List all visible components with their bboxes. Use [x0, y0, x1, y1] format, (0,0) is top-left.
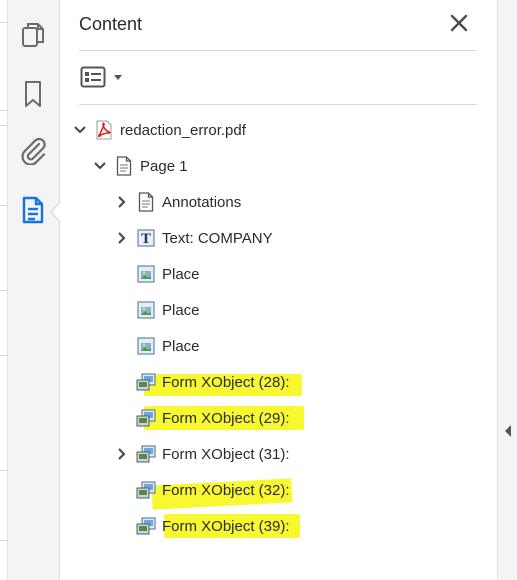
- navigation-rail: [8, 0, 60, 580]
- tree-node-text[interactable]: T Text: COMPANY: [114, 224, 273, 252]
- tree-node-label: Place: [162, 301, 200, 319]
- bookmarks-icon[interactable]: [17, 78, 49, 110]
- form-xobject-icon: [136, 516, 156, 536]
- chevron-spacer: [114, 482, 130, 498]
- chevron-spacer: [114, 410, 130, 426]
- panel-title: Content: [79, 14, 143, 34]
- tree-node-form-xobject[interactable]: Form XObject (32):: [114, 476, 290, 504]
- tree-node-label: Place: [162, 337, 200, 355]
- options-menu-button[interactable]: [80, 64, 124, 90]
- tree-node-annotations[interactable]: Annotations: [114, 188, 241, 216]
- svg-text:T: T: [141, 232, 151, 247]
- divider: [79, 104, 477, 105]
- placed-image-icon: [136, 300, 156, 320]
- tree-node-label: Form XObject (32):: [162, 481, 290, 499]
- close-icon[interactable]: [448, 12, 470, 34]
- list-options-icon: [80, 66, 106, 88]
- tree-node-place[interactable]: Place: [114, 332, 200, 360]
- right-panel-strip: [497, 0, 517, 580]
- form-xobject-icon: [136, 372, 156, 392]
- tree-node-place[interactable]: Place: [114, 296, 200, 324]
- tree-node-form-xobject[interactable]: Form XObject (28):: [114, 368, 290, 396]
- tree-node-form-xobject[interactable]: Form XObject (31):: [114, 440, 290, 468]
- collapse-arrow-icon[interactable]: [503, 424, 513, 438]
- chevron-spacer: [114, 518, 130, 534]
- tree-node-label: redaction_error.pdf: [120, 121, 246, 139]
- tree-node-label: Form XObject (29):: [162, 409, 290, 427]
- tree-node-page[interactable]: Page 1: [92, 152, 188, 180]
- content-panel: Content redaction_error.pdf Page 1 Annot…: [60, 0, 497, 580]
- chevron-right-icon[interactable]: [114, 446, 130, 462]
- form-xobject-icon: [136, 444, 156, 464]
- tree-node-form-xobject[interactable]: Form XObject (39):: [114, 512, 290, 540]
- chevron-down-icon: [114, 75, 122, 80]
- content-icon[interactable]: [17, 194, 49, 226]
- placed-image-icon: [136, 336, 156, 356]
- tree-node-file[interactable]: redaction_error.pdf: [72, 116, 246, 144]
- chevron-spacer: [114, 374, 130, 390]
- chevron-spacer: [114, 266, 130, 282]
- form-xobject-icon: [136, 408, 156, 428]
- chevron-spacer: [114, 302, 130, 318]
- tree-node-label: Form XObject (31):: [162, 445, 290, 463]
- annotations-icon: [136, 192, 156, 212]
- tree-node-place[interactable]: Place: [114, 260, 200, 288]
- text-element-icon: T: [136, 228, 156, 248]
- tree-node-label: Annotations: [162, 193, 242, 211]
- chevron-down-icon[interactable]: [72, 122, 88, 138]
- page-icon: [114, 156, 134, 176]
- pages-icon[interactable]: [17, 19, 49, 51]
- chevron-spacer: [114, 338, 130, 354]
- document-edge: [0, 0, 8, 580]
- form-xobject-icon: [136, 480, 156, 500]
- chevron-right-icon[interactable]: [114, 230, 130, 246]
- attachments-icon[interactable]: [17, 134, 49, 166]
- tree-node-label: Form XObject (39):: [162, 517, 290, 535]
- tree-node-label: Place: [162, 265, 200, 283]
- active-panel-pointer: [50, 201, 61, 223]
- tree-node-label: Text: COMPANY: [162, 229, 273, 247]
- pdf-file-icon: [94, 120, 114, 140]
- tree-node-form-xobject[interactable]: Form XObject (29):: [114, 404, 290, 432]
- divider: [79, 50, 477, 51]
- placed-image-icon: [136, 264, 156, 284]
- chevron-down-icon[interactable]: [92, 158, 108, 174]
- tree-node-label: Form XObject (28):: [162, 373, 290, 391]
- chevron-right-icon[interactable]: [114, 194, 130, 210]
- tree-node-label: Page 1: [140, 157, 188, 175]
